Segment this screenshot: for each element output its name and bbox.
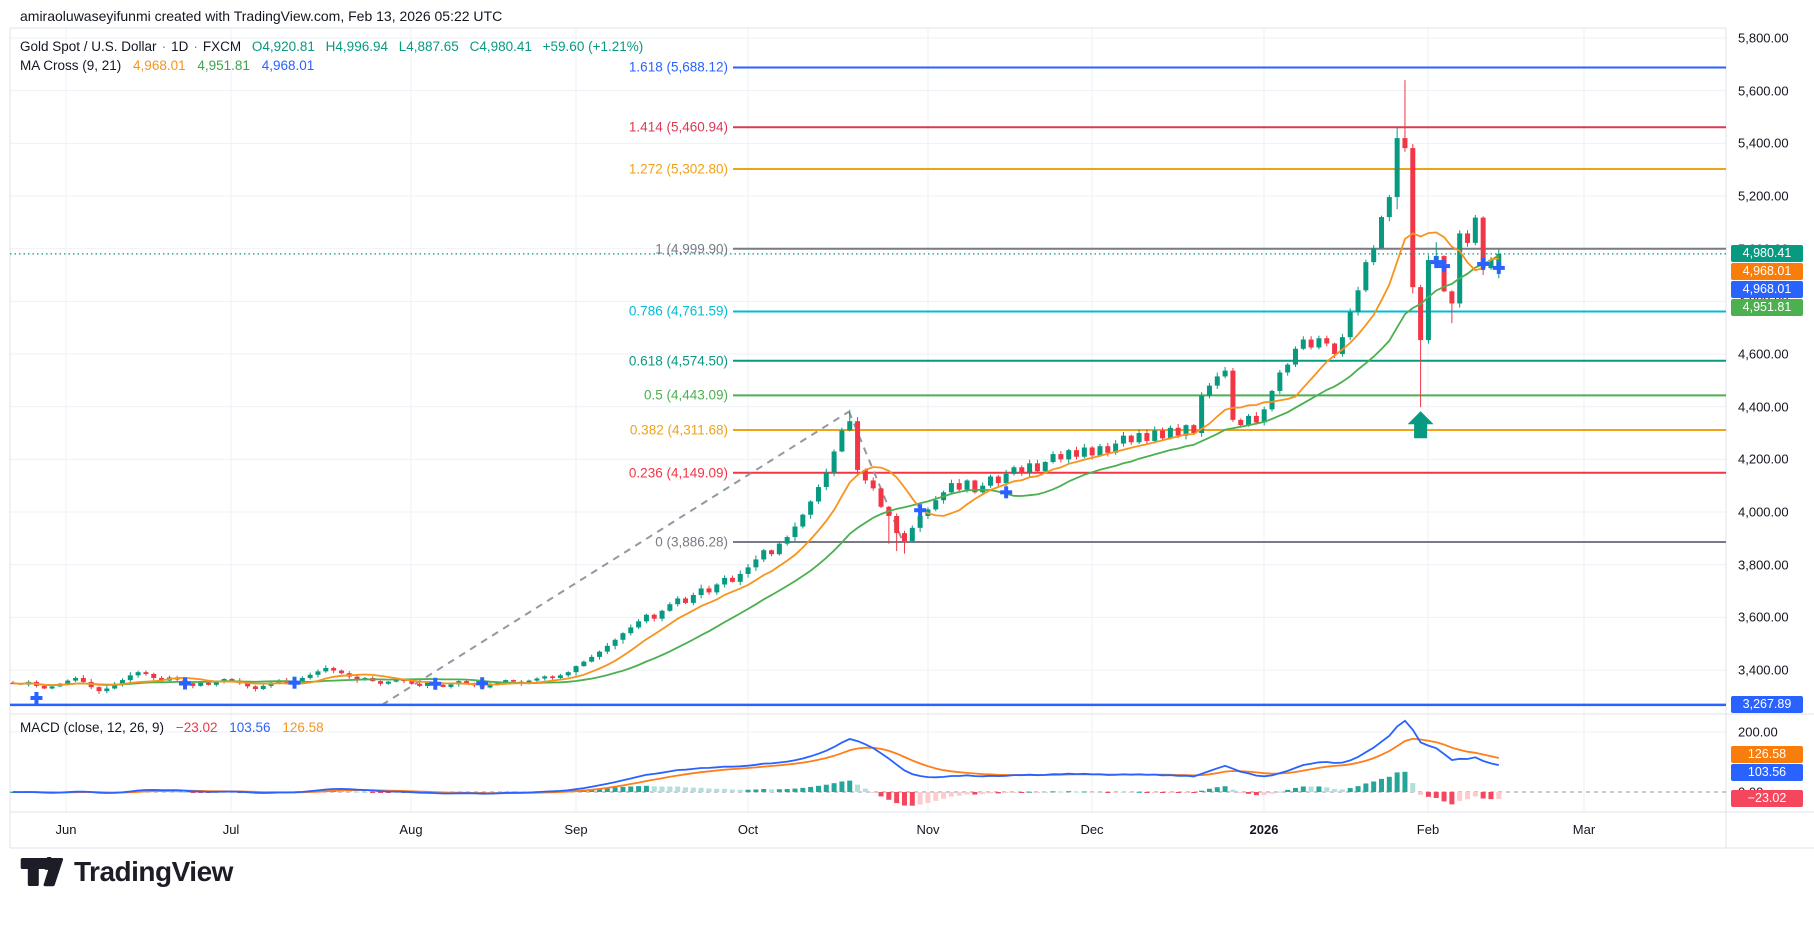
time-axis-label[interactable]: Feb: [1393, 822, 1463, 837]
symbol-title[interactable]: Gold Spot / U.S. Dollar: [20, 39, 157, 54]
macd-axis-tick: 200.00: [1738, 725, 1778, 740]
price-badge: 4,968.01: [1731, 263, 1803, 280]
ma-cross-marker: [179, 677, 191, 689]
ma21-line: [13, 255, 1499, 685]
ma-cross-marker: [289, 677, 301, 689]
symbol-legend-row: Gold Spot / U.S. Dollar · 1D · FXCM O4,920.8…: [20, 37, 643, 56]
ma-cross-marker: [30, 692, 42, 704]
interval-value[interactable]: 1D: [171, 39, 188, 54]
tradingview-logo-icon: [20, 857, 64, 888]
time-axis-label[interactable]: Oct: [713, 822, 783, 837]
macd-title[interactable]: MACD (close, 12, 26, 9): [20, 720, 164, 735]
ma-cross-marker: [914, 504, 926, 516]
tradingview-logo[interactable]: TradingView: [20, 856, 233, 888]
ma9-value: 4,968.01: [133, 58, 186, 73]
separator-dot: ·: [162, 39, 167, 54]
exchange-name: FXCM: [203, 39, 241, 54]
ma21-value: 4,951.81: [197, 58, 250, 73]
price-axis-tick: 3,600.00: [1738, 610, 1789, 625]
fib-label: 1 (4,999.90): [420, 241, 728, 256]
time-axis-label[interactable]: Sep: [541, 822, 611, 837]
fib-extension: [10, 67, 1726, 704]
ma-cross-marker: [476, 677, 488, 689]
ma-cross-marker: [1000, 486, 1012, 498]
macd-signal-value: 126.58: [282, 720, 323, 735]
price-axis-tick: 3,400.00: [1738, 663, 1789, 678]
tradingview-published-chart: amiraoluwaseyifunmi created with Trading…: [0, 0, 1814, 926]
price-axis-tick: 5,400.00: [1738, 136, 1789, 151]
price-axis-tick: 4,400.00: [1738, 399, 1789, 414]
macd-hist-value: −23.02: [176, 720, 218, 735]
high-value: H4,996.94: [326, 39, 388, 54]
up-arrow-marker: [1408, 411, 1434, 438]
low-value: L4,887.65: [399, 39, 459, 54]
open-value: O4,920.81: [252, 39, 315, 54]
macd-value-badge: −23.02: [1731, 790, 1803, 807]
fib-label: 0.236 (4,149.09): [420, 465, 728, 480]
price-badge: 4,951.81: [1731, 299, 1803, 316]
macd-legend-row: MACD (close, 12, 26, 9) −23.02 103.56 12…: [20, 718, 324, 737]
price-axis-tick: 5,600.00: [1738, 83, 1789, 98]
price-axis-tick: 4,600.00: [1738, 347, 1789, 362]
macd-signal-line: [13, 739, 1499, 793]
ma-cross-title[interactable]: MA Cross (9, 21): [20, 58, 121, 73]
price-axis-tick: 5,800.00: [1738, 31, 1789, 46]
macd-legend[interactable]: MACD (close, 12, 26, 9) −23.02 103.56 12…: [20, 718, 324, 737]
macd-line-value: 103.56: [229, 720, 270, 735]
separator-dot: ·: [193, 39, 198, 54]
time-axis-label[interactable]: Jun: [31, 822, 101, 837]
close-value: C4,980.41: [470, 39, 532, 54]
price-axis-tick: 5,200.00: [1738, 189, 1789, 204]
time-axis-label[interactable]: Nov: [893, 822, 963, 837]
price-axis-tick: 4,200.00: [1738, 452, 1789, 467]
fib-label: 0.382 (4,311.68): [420, 422, 728, 437]
time-axis-label[interactable]: Mar: [1549, 822, 1619, 837]
fib-label: 1.414 (5,460.94): [420, 120, 728, 135]
macd-value-badge: 103.56: [1731, 764, 1803, 781]
macd-value-badge: 126.58: [1731, 746, 1803, 763]
fib-label: 0.786 (4,761.59): [420, 304, 728, 319]
chart-canvas[interactable]: [0, 0, 1814, 926]
fib-label: 0.618 (4,574.50): [420, 353, 728, 368]
time-axis-label[interactable]: Dec: [1057, 822, 1127, 837]
ma-cross-value: 4,968.01: [262, 58, 315, 73]
price-badge: 4,980.41: [1731, 245, 1803, 262]
price-axis-tick: 4,000.00: [1738, 505, 1789, 520]
change-value: +59.60 (+1.21%): [543, 39, 644, 54]
time-axis-label[interactable]: Aug: [376, 822, 446, 837]
symbol-legend[interactable]: Gold Spot / U.S. Dollar · 1D · FXCM O4,920.8…: [20, 37, 643, 75]
price-badge: 4,968.01: [1731, 281, 1803, 298]
baseline-price-badge: 3,267.89: [1731, 696, 1803, 713]
fib-label: 0.5 (4,443.09): [420, 388, 728, 403]
ma-cross-legend-row: MA Cross (9, 21) 4,968.01 4,951.81 4,968…: [20, 56, 643, 75]
fib-label: 1.272 (5,302.80): [420, 161, 728, 176]
price-pane: [11, 80, 1505, 704]
price-axis-tick: 3,800.00: [1738, 557, 1789, 572]
time-axis-label[interactable]: Jul: [196, 822, 266, 837]
time-axis-label[interactable]: 2026: [1229, 822, 1299, 837]
tradingview-logo-text: TradingView: [74, 856, 233, 888]
fib-label: 0 (3,886.28): [420, 534, 728, 549]
ma-cross-marker: [1493, 262, 1505, 274]
ma-cross-marker: [1477, 258, 1489, 270]
